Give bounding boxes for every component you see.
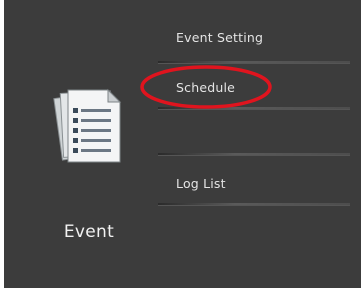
menu-item-empty[interactable] — [158, 122, 350, 156]
divider — [158, 153, 350, 156]
menu-item-event-setting[interactable]: Event Setting — [158, 30, 350, 64]
highlight-ellipse — [139, 64, 273, 110]
menu-item-label: Log List — [176, 176, 226, 191]
divider — [158, 203, 350, 206]
section-title: Event — [63, 222, 115, 242]
menu-item-label: Event Setting — [176, 30, 264, 45]
document-stack-icon — [52, 84, 126, 168]
